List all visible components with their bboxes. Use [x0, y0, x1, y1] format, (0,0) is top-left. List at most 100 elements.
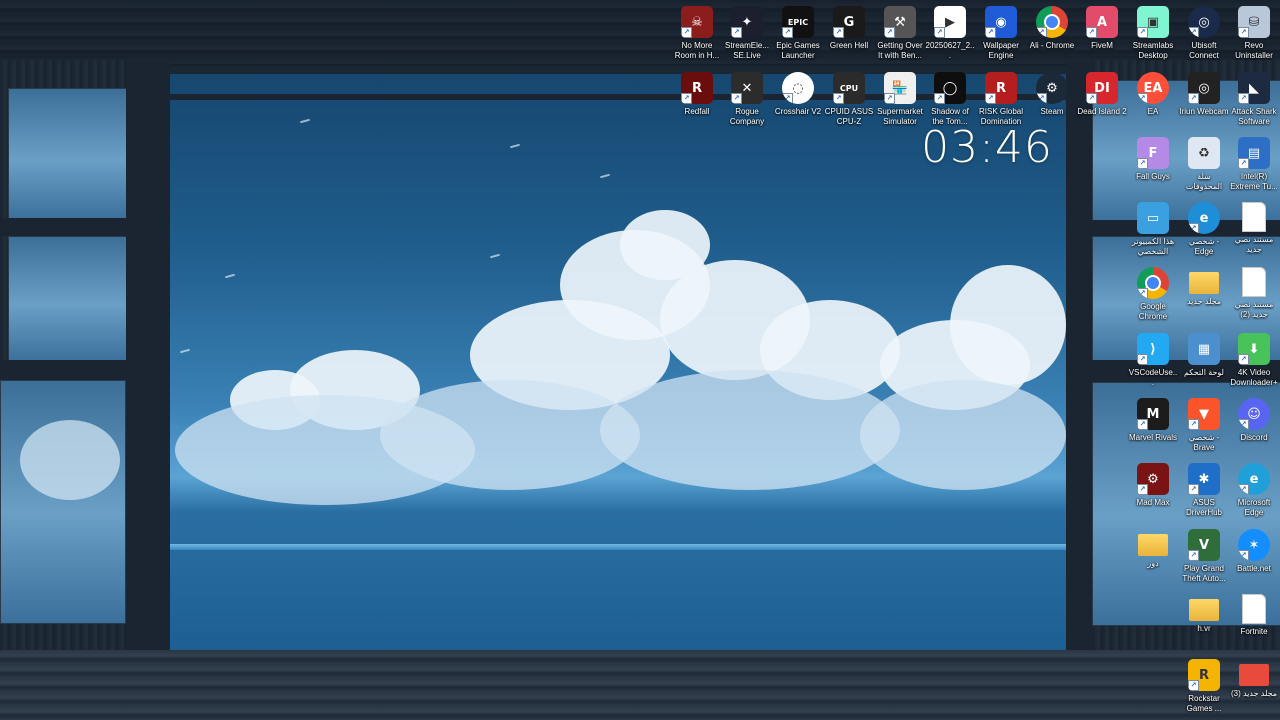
wallpaper-frame-bar: [0, 218, 126, 236]
desktop-icon[interactable]: R ↗ RISK Global Domination: [976, 70, 1026, 127]
desktop-icon[interactable]: مستند نصي جديد (2): [1229, 265, 1279, 320]
wallpaper-frame-bar: [126, 60, 170, 660]
shortcut-arrow-icon: ↗: [1238, 158, 1249, 169]
desktop-icon[interactable]: ⛁ ↗ Revo Uninstaller: [1229, 4, 1279, 61]
desktop-icon[interactable]: M ↗ Marvel Rivals: [1128, 396, 1178, 443]
desktop-icon[interactable]: ✱ ↗ ASUS DriverHub: [1179, 461, 1229, 518]
desktop-icon[interactable]: R ↗ Rockstar Games ...: [1179, 657, 1229, 714]
shortcut-arrow-icon: ↗: [731, 27, 742, 38]
desktop-icon-label: Epic Games Launcher: [776, 41, 820, 60]
mad-max-icon: ⚙ ↗: [1137, 463, 1169, 495]
shortcut-arrow-icon: ↗: [833, 27, 844, 38]
desktop-icon[interactable]: ☺ ↗ Discord: [1229, 396, 1279, 443]
wallpaper-pane: [8, 88, 128, 220]
desktop-icon-label: Fortnite: [1240, 627, 1268, 636]
desktop-icon-label: مجلد جديد: [1186, 297, 1222, 306]
desktop-icon-label: Rogue Company: [729, 107, 765, 126]
shortcut-arrow-icon: ↗: [884, 93, 895, 104]
desktop-icon[interactable]: Fortnite: [1229, 592, 1279, 637]
desktop-icon[interactable]: ✕ ↗ Rogue Company: [722, 70, 772, 127]
desktop-icon-label: CPUID ASUS CPU-Z: [824, 107, 874, 126]
streamlabs-icon: ▣ ↗: [1137, 6, 1169, 38]
desktop-icon[interactable]: ↗ Ali - Chrome: [1027, 4, 1077, 51]
desktop-icon[interactable]: R ↗ Redfall: [672, 70, 722, 117]
desktop-icon[interactable]: ↗ Google Chrome: [1128, 265, 1178, 322]
desktop-icon[interactable]: ▤ ↗ Intel(R) Extreme Tu...: [1229, 135, 1279, 192]
shortcut-arrow-icon: ↗: [1188, 419, 1199, 430]
desktop-icon[interactable]: G ↗ Green Hell: [824, 4, 874, 51]
shortcut-arrow-icon: ↗: [681, 27, 692, 38]
desktop-icon[interactable]: e ↗ Microsoft Edge: [1229, 461, 1279, 518]
desktop-icon-label: Mad Max: [1136, 498, 1170, 507]
desktop-icon[interactable]: e ↗ شخصي - Edge: [1179, 200, 1229, 257]
shortcut-arrow-icon: ↗: [1086, 93, 1097, 104]
desktop-icon[interactable]: ✶ ↗ Battle.net: [1229, 527, 1279, 574]
chrome-icon: ↗: [1036, 6, 1068, 38]
chrome-icon: ↗: [1137, 267, 1169, 299]
desktop-icon[interactable]: V ↗ Play Grand Theft Auto...: [1179, 527, 1229, 584]
desktop-icon[interactable]: ♻ سلة المحذوفات: [1179, 135, 1229, 192]
desktop-icon-label: سلة المحذوفات: [1185, 172, 1223, 191]
desktop-icon[interactable]: ▣ ↗ Streamlabs Desktop: [1128, 4, 1178, 61]
folder-icon: [1189, 599, 1219, 621]
desktop-icon-label: Iriun Webcam: [1179, 107, 1229, 116]
desktop-icon-label: Marvel Rivals: [1128, 433, 1177, 442]
desktop-icon[interactable]: ◯ ↗ Shadow of the Tom...: [925, 70, 975, 127]
shortcut-arrow-icon: ↗: [1188, 550, 1199, 561]
desktop-icon[interactable]: ◎ ↗ Iriun Webcam: [1179, 70, 1229, 117]
desktop-icon[interactable]: ☠ ↗ No More Room in H...: [672, 4, 722, 61]
desktop-icon[interactable]: F ↗ Fall Guys: [1128, 135, 1178, 182]
cpu-z-icon: CPU ↗: [833, 72, 865, 104]
folder-icon: [1138, 534, 1168, 556]
desktop-icon-label: Play Grand Theft Auto...: [1182, 564, 1226, 583]
desktop-icon[interactable]: ◌ ↗ Crosshair V2: [773, 70, 823, 117]
desktop-icon-label: VSCodeUse...: [1128, 368, 1178, 387]
desktop-icon[interactable]: ⚒ ↗ Getting Over It with Ben...: [875, 4, 925, 61]
desktop-icon[interactable]: ⬇ ↗ 4K Video Downloader+: [1229, 331, 1279, 388]
shortcut-arrow-icon: ↗: [1137, 27, 1148, 38]
desktop-icon[interactable]: مجلد جديد: [1179, 265, 1229, 307]
desktop-icon[interactable]: DI ↗ Dead Island 2: [1077, 70, 1127, 117]
shortcut-arrow-icon: ↗: [985, 27, 996, 38]
desktop-icon-label: مستند نصي جديد: [1234, 235, 1274, 254]
steam-icon: ⚙ ↗: [1036, 72, 1068, 104]
desktop-icon[interactable]: h.vr: [1179, 592, 1229, 634]
wallpaper-cloud: [600, 370, 900, 490]
desktop-icon[interactable]: EA ↗ EA: [1128, 70, 1178, 117]
desktop-icon[interactable]: ⟩ ↗ VSCodeUse...: [1128, 331, 1178, 388]
shortcut-arrow-icon: ↗: [934, 27, 945, 38]
text-document-icon: [1242, 202, 1266, 232]
desktop-icon[interactable]: دور: [1128, 527, 1178, 569]
shortcut-arrow-icon: ↗: [1137, 288, 1148, 299]
desktop-icon[interactable]: 🏪 ↗ Supermarket Simulator: [875, 70, 925, 127]
desktop-icon[interactable]: ▶ ↗ 20250627_2...: [925, 4, 975, 61]
desktop-icon[interactable]: CPU ↗ CPUID ASUS CPU-Z: [824, 70, 874, 127]
desktop-icon-label: Steam: [1040, 107, 1064, 116]
desktop-icon[interactable]: EPIC ↗ Epic Games Launcher: [773, 4, 823, 61]
control-panel-icon: ▦: [1188, 333, 1220, 365]
streamelements-icon: ✦ ↗: [731, 6, 763, 38]
desktop-icon-label: Redfall: [684, 107, 710, 116]
desktop-icon[interactable]: ▼ ↗ شخصي - Brave: [1179, 396, 1229, 453]
desktop-icon-label: EA: [1147, 107, 1159, 116]
gta-icon: V ↗: [1188, 529, 1220, 561]
desktop-icon[interactable]: A ↗ FiveM: [1077, 4, 1127, 51]
shortcut-arrow-icon: ↗: [1036, 93, 1047, 104]
desktop-icon-label: شخصي - Brave: [1188, 433, 1220, 452]
desktop-icon[interactable]: مجلد جديد (3): [1229, 657, 1279, 699]
desktop-icon[interactable]: ▦ لوحة التحكم: [1179, 331, 1229, 378]
desktop-icon[interactable]: ⚙ ↗ Steam: [1027, 70, 1077, 117]
desktop-icon[interactable]: ✦ ↗ StreamEle... SE.Live: [722, 4, 772, 61]
desktop-icon[interactable]: ◎ ↗ Ubisoft Connect: [1179, 4, 1229, 61]
shortcut-arrow-icon: ↗: [782, 93, 793, 104]
desktop-icon-label: Crosshair V2: [774, 107, 822, 116]
ea-icon: EA ↗: [1137, 72, 1169, 104]
desktop-icon[interactable]: ⚙ ↗ Mad Max: [1128, 461, 1178, 508]
desktop-icon[interactable]: ◉ ↗ Wallpaper Engine: [976, 4, 1026, 61]
desktop-icon[interactable]: ▭ هذا الكمبيوتر الشخصي: [1128, 200, 1178, 257]
desktop-icon[interactable]: مستند نصي جديد: [1229, 200, 1279, 255]
desktop-icon-label: Getting Over It with Ben...: [877, 41, 923, 60]
desktop-icon-label: Wallpaper Engine: [983, 41, 1019, 60]
asus-driverhub-icon: ✱ ↗: [1188, 463, 1220, 495]
desktop-icon[interactable]: ◣ ↗ Attack Shark Software: [1229, 70, 1279, 127]
